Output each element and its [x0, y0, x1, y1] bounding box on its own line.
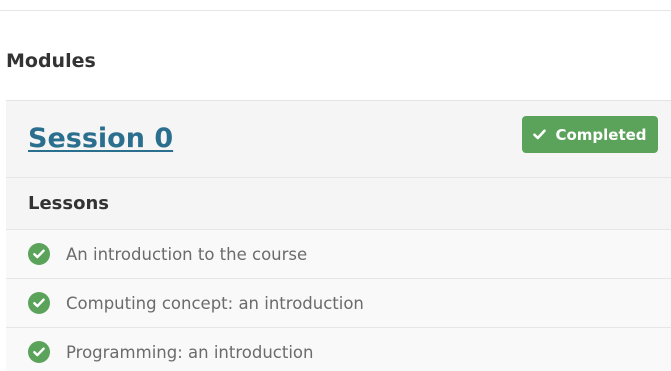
lesson-link[interactable]: Computing concept: an introduction: [66, 294, 364, 313]
lesson-row[interactable]: Computing concept: an introduction: [6, 279, 671, 328]
lessons-header: Lessons: [6, 178, 671, 230]
top-divider: [0, 10, 671, 11]
check-circle-icon: [28, 243, 50, 265]
session-header: Session 0 Completed: [6, 101, 671, 178]
course-page: Modules Session 0 Completed Lessons An i…: [0, 0, 671, 371]
check-icon: [533, 129, 547, 140]
modules-heading: Modules: [6, 50, 96, 72]
check-circle-icon: [28, 341, 50, 363]
check-circle-icon: [28, 292, 50, 314]
lesson-link[interactable]: Programming: an introduction: [66, 343, 313, 362]
lesson-row[interactable]: Programming: an introduction: [6, 328, 671, 371]
session-title-link[interactable]: Session 0: [28, 121, 173, 157]
lessons-heading: Lessons: [28, 193, 109, 214]
completed-status-label: Completed: [555, 125, 647, 144]
lesson-link[interactable]: An introduction to the course: [66, 245, 307, 264]
session-panel: Session 0 Completed Lessons An introduct…: [6, 100, 671, 371]
completed-status-badge: Completed: [522, 116, 658, 153]
lesson-row[interactable]: An introduction to the course: [6, 230, 671, 279]
